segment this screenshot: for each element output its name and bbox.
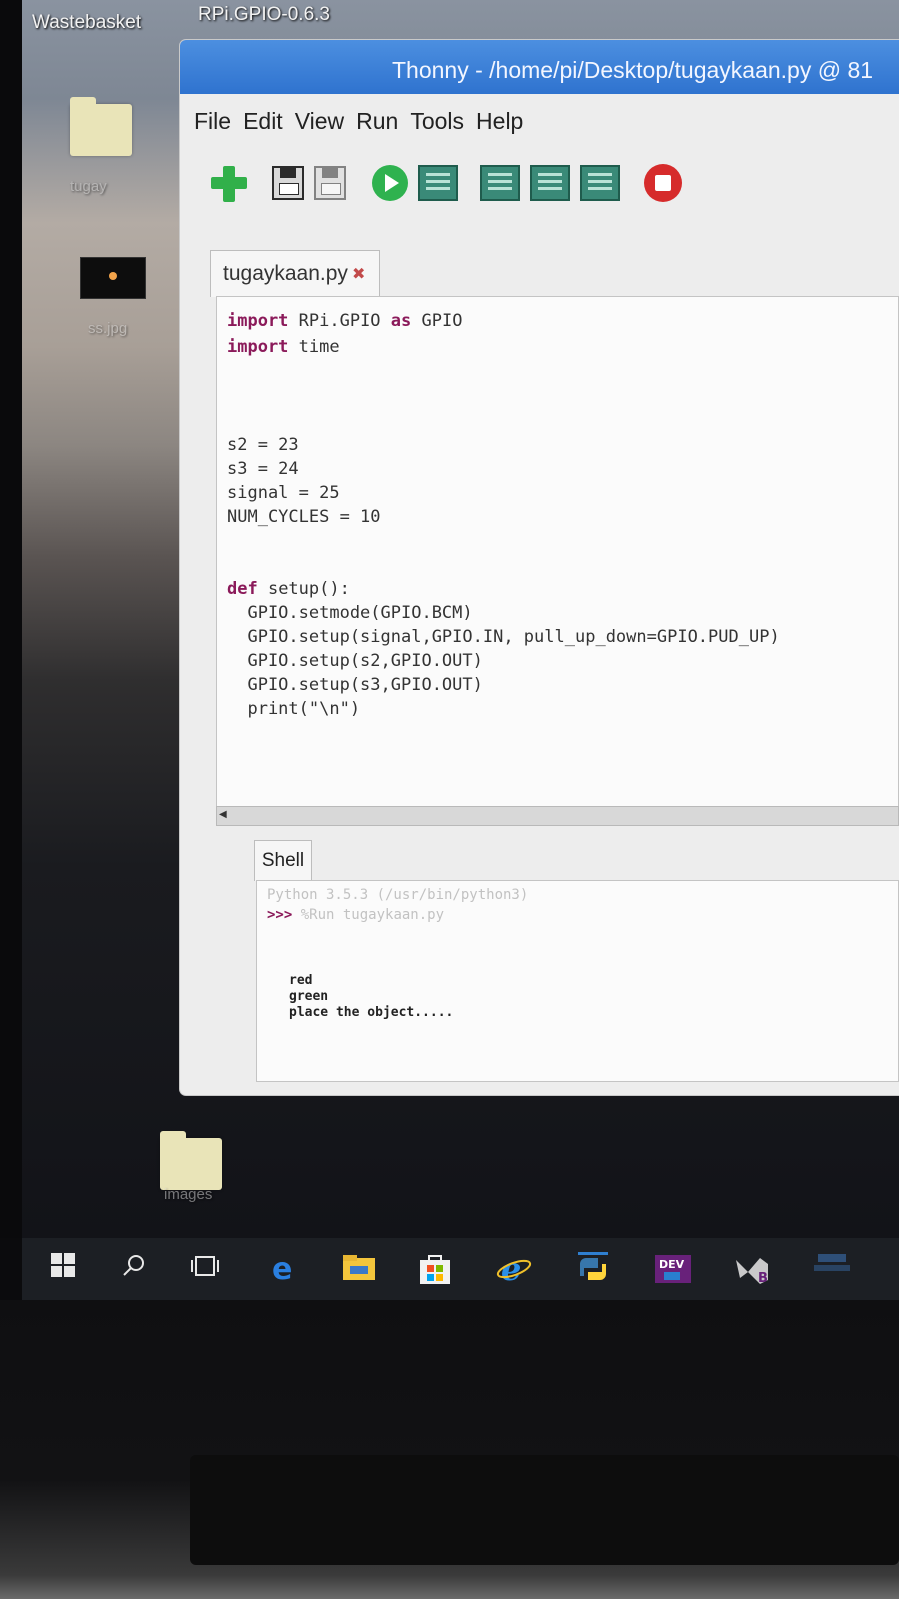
code-line-setmode: GPIO.setmode(GPIO.BCM) xyxy=(227,603,473,623)
menu-bar: File Edit View Run Tools Help xyxy=(194,108,523,135)
dev-icon[interactable]: DEV xyxy=(654,1252,692,1284)
menu-help[interactable]: Help xyxy=(476,108,523,135)
run-icon[interactable] xyxy=(372,165,408,201)
thonny-window: Thonny - /home/pi/Desktop/tugaykaan.py @… xyxy=(180,40,899,1095)
save-file-icon[interactable] xyxy=(314,166,346,200)
code-line-signal: signal = 25 xyxy=(227,483,340,503)
edge-icon[interactable]: e xyxy=(268,1252,300,1287)
python-icon[interactable] xyxy=(576,1252,608,1284)
shell-output-line: green xyxy=(289,989,329,1004)
code-line-2: import time xyxy=(227,337,340,357)
open-file-icon[interactable] xyxy=(272,166,304,200)
code-line-setup-s2: GPIO.setup(s2,GPIO.OUT) xyxy=(227,651,483,671)
shell-run-command: %Run tugaykaan.py xyxy=(292,907,445,923)
code-editor[interactable]: import RPi.GPIO as GPIO import time s2 =… xyxy=(216,296,899,808)
shell-tab[interactable]: Shell xyxy=(254,840,312,881)
windows-start-icon[interactable] xyxy=(50,1252,82,1284)
code-line-num-cycles: NUM_CYCLES = 10 xyxy=(227,507,381,527)
shell-version-line: Python 3.5.3 (/usr/bin/python3) xyxy=(267,887,529,903)
stop-icon[interactable] xyxy=(644,164,682,202)
search-icon[interactable] xyxy=(120,1252,152,1284)
shell-output-line: place the object..... xyxy=(289,1005,454,1020)
toolbar xyxy=(210,164,682,202)
shell-output-line: red xyxy=(289,973,313,988)
code-line-setup-signal: GPIO.setup(signal,GPIO.IN, pull_up_down=… xyxy=(227,627,780,647)
step-out-icon[interactable] xyxy=(580,165,620,201)
monitor-stand xyxy=(190,1455,899,1565)
close-tab-icon[interactable]: ✖ xyxy=(352,264,365,284)
code-line-s3: s3 = 24 xyxy=(227,459,299,479)
wastebasket-label[interactable]: Wastebasket xyxy=(32,12,141,34)
menu-file[interactable]: File xyxy=(194,108,231,135)
shell-panel[interactable]: Python 3.5.3 (/usr/bin/python3) >>> %Run… xyxy=(256,880,899,1082)
store-icon[interactable] xyxy=(418,1252,450,1284)
menu-tools[interactable]: Tools xyxy=(410,108,464,135)
editor-tab-bar: tugaykaan.py ✖ xyxy=(210,250,899,297)
file-explorer-icon[interactable] xyxy=(342,1252,375,1284)
monitor-left-bezel xyxy=(0,0,22,1238)
folder-label: tugay xyxy=(70,178,107,195)
task-view-icon[interactable] xyxy=(190,1252,222,1284)
code-line-def: def setup(): xyxy=(227,579,350,599)
code-line-setup-s3: GPIO.setup(s3,GPIO.OUT) xyxy=(227,675,483,695)
shell-tab-bar: Shell xyxy=(254,840,899,881)
internet-explorer-icon[interactable]: e xyxy=(496,1250,532,1288)
folder-icon[interactable] xyxy=(70,97,132,156)
window-titlebar[interactable]: Thonny - /home/pi/Desktop/tugaykaan.py @… xyxy=(180,40,899,94)
step-into-icon[interactable] xyxy=(530,165,570,201)
code-line-print: print("\n") xyxy=(227,699,361,719)
images-folder-label: images xyxy=(164,1186,213,1203)
visual-studio-blend-icon[interactable]: B xyxy=(734,1252,774,1286)
images-folder-icon[interactable] xyxy=(160,1131,222,1190)
taskbar: e e DEV B xyxy=(22,1238,899,1300)
shell-run-line: >>> %Run tugaykaan.py xyxy=(267,907,444,923)
code-line-1: import RPi.GPIO as GPIO xyxy=(227,311,463,331)
editor-tab[interactable]: tugaykaan.py ✖ xyxy=(210,250,381,297)
svg-text:B: B xyxy=(758,1271,768,1286)
shell-prompt: >>> xyxy=(267,907,293,923)
gpio-label[interactable]: RPi.GPIO-0.6.3 xyxy=(198,4,330,26)
menu-run[interactable]: Run xyxy=(356,108,398,135)
svg-text:DEV: DEV xyxy=(659,1258,685,1271)
window-title: Thonny - /home/pi/Desktop/tugaykaan.py @… xyxy=(392,57,874,83)
jpg-file-label: ss.jpg xyxy=(88,320,128,337)
code-line-s2: s2 = 23 xyxy=(227,435,299,455)
horizontal-scrollbar[interactable]: ◀ xyxy=(216,806,899,826)
new-file-icon[interactable] xyxy=(210,164,248,202)
jpg-file-icon[interactable] xyxy=(80,257,146,299)
editor-tab-label: tugaykaan.py xyxy=(223,262,348,285)
step-over-icon[interactable] xyxy=(480,165,520,201)
feedback-icon[interactable] xyxy=(812,1252,852,1284)
svg-text:e: e xyxy=(501,1252,521,1286)
svg-text:e: e xyxy=(272,1252,292,1284)
scroll-left-icon[interactable]: ◀ xyxy=(219,809,231,821)
menu-view[interactable]: View xyxy=(295,108,344,135)
debug-icon[interactable] xyxy=(418,165,458,201)
menu-edit[interactable]: Edit xyxy=(243,108,283,135)
